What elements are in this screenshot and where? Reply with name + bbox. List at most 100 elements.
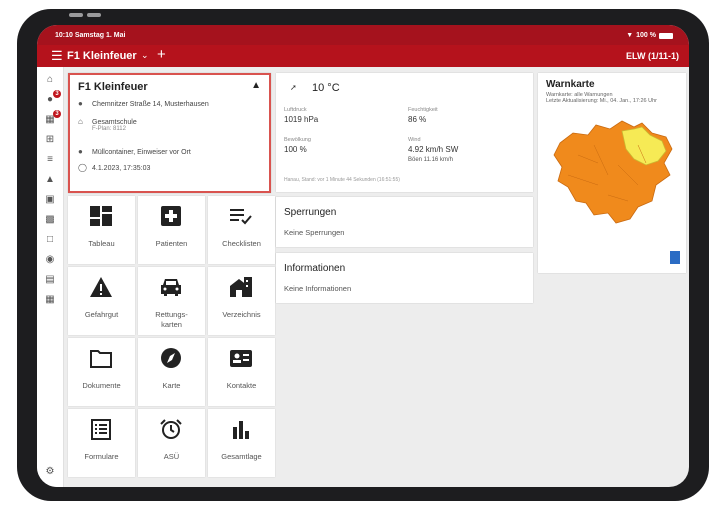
tile-label: Karte — [162, 381, 181, 390]
chevron-down-icon[interactable]: ⌄ — [141, 50, 149, 61]
contact-card-icon — [230, 350, 252, 367]
app-bar: ☰ F1 Kleinfeuer ⌄ + ELW (1/11-1) — [37, 45, 689, 67]
tile-dokumente[interactable]: Dokumente — [68, 338, 135, 406]
tile-label: Formulare — [84, 452, 119, 461]
incident-selector[interactable]: F1 Kleinfeuer — [67, 50, 137, 62]
checklist-icon[interactable]: ≡ — [42, 153, 58, 167]
description-text: Müllcontainer, Einweiser vor Ort — [92, 149, 191, 156]
tile-gefahrgut[interactable]: Gefahrgut — [68, 267, 135, 335]
bar-chart-icon — [233, 421, 249, 439]
battery-level: 100 % — [636, 32, 656, 39]
warning-map[interactable] — [538, 115, 686, 245]
tile-label: Rettungs- karten — [155, 310, 188, 329]
object-name: Gesamtschule — [92, 119, 137, 126]
warning-map-card[interactable]: Warnkarte Warnkarte: alle Warnungen Letz… — [538, 73, 686, 273]
weather-card: ➚ 10 °C Luftdruck 1019 hPa Feuchtigkeit … — [276, 73, 533, 192]
gusts-value: Böen 11.16 km/h — [408, 157, 453, 163]
sidebar: ⌂ ● 3 ▦ 3 ⊞ ≡ ▲ ▣ ▩ □ ◉ ▤ ▦ ⚙ — [37, 67, 64, 487]
humidity-label: Feuchtigkeit — [408, 107, 438, 113]
vehicle-label[interactable]: ELW (1/11-1) — [626, 51, 679, 61]
warning-map-updated: Letzte Aktualisierung: Mi., 04. Jan., 17… — [546, 98, 657, 104]
weather-footer: Hanau, Stand: vor 1 Minute 44 Sekunden (… — [284, 177, 400, 183]
status-right: ▼ 100 % — [626, 32, 673, 39]
wifi-icon: ▼ — [626, 32, 634, 39]
humidity-value: 86 % — [408, 115, 427, 124]
units-icon[interactable]: ▦ 3 — [42, 110, 61, 127]
compass-icon[interactable]: ◉ — [42, 253, 58, 267]
incident-title: F1 Kleinfeuer — [78, 81, 148, 93]
building-icon — [230, 277, 252, 297]
info-icon: ● — [78, 147, 83, 156]
dashboard-icon — [90, 206, 112, 226]
tile-karte[interactable]: Karte — [138, 338, 205, 406]
menu-icon[interactable]: ☰ — [51, 48, 63, 64]
incident-object: ⌂ Gesamtschule F-Plan: 8112 — [78, 117, 137, 132]
warning-icon[interactable]: ▲ — [42, 173, 58, 187]
tile-rettungs-karten[interactable]: Rettungs- karten — [138, 267, 205, 335]
status-bar: 10:10 Samstag 1. Mai ▼ 100 % — [37, 25, 689, 45]
incident-datetime: ◯ 4.1.2023, 17:35:03 — [78, 163, 150, 172]
folder-icon — [90, 350, 112, 368]
tile-verzeichnis[interactable]: Verzeichnis — [208, 267, 275, 335]
gear-icon[interactable]: ⚙ — [42, 465, 58, 479]
warning-icon — [90, 277, 112, 297]
tablet-frame: 10:10 Samstag 1. Mai ▼ 100 % ☰ F1 Kleinf… — [17, 9, 709, 501]
tile-tableau[interactable]: Tableau — [68, 196, 135, 264]
notification-badge: 3 — [53, 90, 61, 98]
tile-kontakte[interactable]: Kontakte — [208, 338, 275, 406]
tile-label: Tableau — [88, 239, 115, 248]
status-time: 10:10 Samstag 1. Mai — [55, 32, 126, 39]
tile-patienten[interactable]: Patienten — [138, 196, 205, 264]
location-pin-icon: ● — [78, 99, 83, 108]
folder-icon[interactable]: □ — [42, 233, 58, 247]
tile-label: Gesamtlage — [221, 452, 262, 461]
hardware-button — [87, 13, 101, 17]
pressure-value: 1019 hPa — [284, 115, 319, 124]
clouds-label: Bewölkung — [284, 137, 311, 143]
tile-label: Checklisten — [222, 239, 261, 248]
information-text: Keine Informationen — [284, 284, 352, 293]
person-icon[interactable]: ● 3 — [42, 90, 61, 107]
siren-icon: ▲ — [251, 80, 261, 91]
hardware-button — [69, 13, 83, 17]
closures-card[interactable]: Sperrungen Keine Sperrungen — [276, 197, 533, 247]
temperature: 10 °C — [312, 82, 340, 94]
tile-label: Gefahrgut — [84, 310, 119, 319]
form-icon — [91, 419, 111, 440]
tile-label: ASÜ — [163, 452, 180, 461]
incident-address: ● Chemnitzer Straße 14, Musterhausen — [78, 99, 209, 108]
tile-label: Dokumente — [82, 381, 121, 390]
contact-card-icon[interactable]: ▤ — [42, 273, 58, 287]
form-icon[interactable]: ▦ — [42, 293, 58, 307]
datetime-text: 4.1.2023, 17:35:03 — [92, 165, 151, 172]
tile-checklisten[interactable]: Checklisten — [208, 196, 275, 264]
wind-value: 4.92 km/h SW — [408, 145, 459, 154]
incident-card[interactable]: F1 Kleinfeuer ▲ ● Chemnitzer Straße 14, M… — [68, 73, 271, 193]
house-icon: ⌂ — [78, 117, 83, 126]
clock-icon: ◯ — [78, 163, 87, 172]
tile-label: Patienten — [155, 239, 188, 248]
checklist-icon — [230, 209, 252, 225]
medical-plus-icon[interactable]: ⊞ — [42, 133, 58, 147]
tile-formulare[interactable]: Formulare — [68, 409, 135, 477]
car-icon[interactable]: ▣ — [42, 193, 58, 207]
tile-asü[interactable]: ASÜ — [138, 409, 205, 477]
warning-map-title: Warnkarte — [546, 79, 595, 90]
tile-gesamtlage[interactable]: Gesamtlage — [208, 409, 275, 477]
information-card[interactable]: Informationen Keine Informationen — [276, 253, 533, 303]
closures-text: Keine Sperrungen — [284, 228, 345, 237]
alarm-clock-icon — [160, 419, 182, 439]
notification-badge: 3 — [53, 110, 61, 118]
warning-region-orange — [553, 120, 673, 224]
battery-icon — [659, 32, 673, 39]
wind-label: Wind — [408, 137, 421, 143]
weather-service-logo — [670, 251, 680, 264]
home-icon[interactable]: ⌂ — [42, 73, 58, 87]
building-icon[interactable]: ▩ — [42, 213, 58, 227]
add-icon[interactable]: + — [157, 46, 166, 63]
information-title: Informationen — [284, 263, 346, 274]
screen: 10:10 Samstag 1. Mai ▼ 100 % ☰ F1 Kleinf… — [37, 25, 689, 487]
tile-label: Kontakte — [226, 381, 257, 390]
wind-arrow-icon: ➚ — [290, 83, 297, 92]
clouds-value: 100 % — [284, 145, 307, 154]
